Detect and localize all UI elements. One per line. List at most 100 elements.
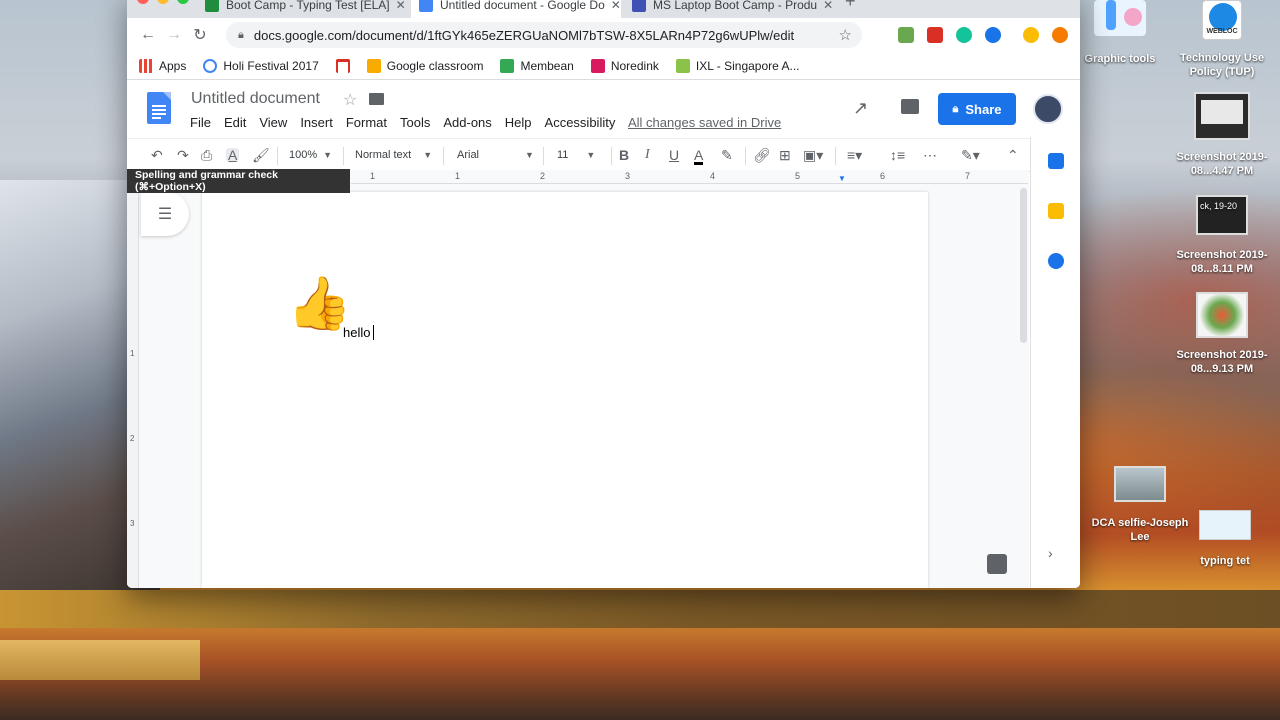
docs-logo-icon[interactable] [147, 92, 171, 124]
new-tab-button[interactable]: + [845, 0, 856, 10]
close-tab-icon[interactable]: ✕ [605, 0, 621, 12]
ruler-number: 3 [625, 171, 631, 181]
scrollbar-thumb[interactable] [1020, 188, 1027, 343]
bookmark-google-classroom[interactable]: Google classroom [366, 58, 483, 73]
extension-grammarly-icon[interactable] [956, 27, 972, 43]
bookmark-apps[interactable]: Apps [139, 58, 186, 73]
tab-typing-test[interactable]: Boot Camp - Typing Test [ELA] ✕ [197, 0, 407, 18]
minimize-window-button[interactable] [157, 0, 169, 4]
add-comment-icon[interactable]: ⊞ [779, 148, 791, 162]
document-title[interactable]: Untitled document [191, 90, 320, 108]
menu-file[interactable]: File [190, 115, 211, 130]
menu-add-ons[interactable]: Add-ons [443, 115, 491, 130]
close-tab-icon[interactable]: ✕ [390, 0, 406, 12]
chevron-down-icon: ▼ [423, 150, 433, 160]
reload-icon[interactable]: ↻ [187, 25, 213, 45]
menu-help[interactable]: Help [505, 115, 532, 130]
vruler-number: 2 [130, 434, 135, 443]
indent-marker-icon[interactable]: ▼ [838, 174, 846, 183]
desktop-icon-screenshot-2[interactable]: ck, 19-20 Screenshot 2019-08...8.11 PM [1170, 195, 1274, 276]
menu-view[interactable]: View [259, 115, 287, 130]
move-folder-icon[interactable] [369, 93, 384, 105]
collapse-toolbar-icon[interactable]: ⌃ [1007, 148, 1019, 162]
print-icon[interactable]: ⎙ [201, 148, 212, 162]
bookmark-membean[interactable]: Membean [500, 58, 574, 73]
zoom-select[interactable]: 100% ▼ [289, 149, 332, 161]
desktop-icon-technology-use-policy[interactable]: WEBLOC Technology Use Policy (TUP) [1172, 0, 1272, 79]
desktop-icon-screenshot-1[interactable]: Screenshot 2019-08...4.47 PM [1170, 92, 1274, 178]
photo-thumb-icon [1114, 466, 1166, 502]
desktop-icon-graphic-tools[interactable]: Graphic tools [1080, 0, 1160, 66]
ruler-number: 4 [710, 171, 716, 181]
menu-tools[interactable]: Tools [400, 115, 430, 130]
line-spacing-icon[interactable]: ↕≡ [890, 148, 905, 162]
extension-emoji-icon[interactable] [1023, 27, 1039, 43]
more-options-icon[interactable]: ⋯ [923, 148, 937, 162]
paint-format-icon[interactable]: 🖌︎ [252, 148, 270, 162]
close-tab-icon[interactable]: ✕ [817, 0, 833, 12]
share-button[interactable]: 🔒︎ Share [938, 93, 1016, 125]
chevron-down-icon: ▼ [586, 150, 596, 160]
text-color-icon[interactable]: A [694, 148, 704, 165]
keep-icon[interactable] [1048, 203, 1064, 219]
highlight-icon[interactable]: ✎ [721, 148, 733, 162]
font-select[interactable]: Arial ▼ [457, 149, 534, 161]
calendar-icon[interactable] [1048, 153, 1064, 169]
bookmark-ixl[interactable]: IXL - Singapore A... [675, 58, 800, 73]
close-window-button[interactable] [137, 0, 149, 4]
star-icon[interactable]: ☆ [343, 90, 357, 110]
menu-format[interactable]: Format [346, 115, 387, 130]
ruler-number: 1 [370, 171, 376, 181]
extension-orange-icon[interactable] [1052, 27, 1068, 43]
redo-icon[interactable]: ↷ [177, 148, 189, 162]
back-arrow-icon[interactable]: ← [135, 26, 161, 44]
save-status-link[interactable]: All changes saved in Drive [628, 115, 781, 130]
zoom-window-button[interactable] [177, 0, 189, 4]
menu-insert[interactable]: Insert [300, 115, 333, 130]
spellcheck-icon[interactable]: A̲ [226, 148, 240, 162]
desktop-icon-label: Technology Use Policy (TUP) [1179, 52, 1265, 78]
tasks-icon[interactable] [1048, 253, 1064, 269]
bold-icon[interactable]: B [619, 148, 629, 162]
font-size-select[interactable]: 11 ▼ [557, 149, 595, 161]
tab-ms-laptop-boot-camp[interactable]: MS Laptop Boot Camp - Produ ✕ [624, 0, 834, 18]
document-outline-icon[interactable]: ☰ [141, 192, 189, 236]
undo-icon[interactable]: ↶ [151, 148, 163, 162]
forward-arrow-icon[interactable]: → [161, 26, 187, 44]
document-body-text[interactable]: hello [343, 325, 375, 340]
activity-trend-icon[interactable]: ↗ [853, 98, 868, 119]
extension-timer-icon[interactable] [985, 27, 1001, 43]
underline-icon[interactable]: U [669, 148, 679, 162]
tab-untitled-document[interactable]: Untitled document - Google Do ✕ [411, 0, 621, 18]
insert-image-icon[interactable]: ▣▾ [803, 148, 823, 162]
bookmark-holi-festival[interactable]: Holi Festival 2017 [203, 58, 319, 73]
bookmark-label: IXL - Singapore A... [695, 58, 800, 73]
desktop-icon-label: Graphic tools [1084, 53, 1156, 65]
address-bar[interactable]: 🔒︎ docs.google.com/document/d/1ftGYk465e… [226, 22, 862, 48]
bookmark-star-icon[interactable]: ☆ [839, 26, 852, 44]
account-avatar[interactable] [1033, 94, 1063, 124]
menu-edit[interactable]: Edit [224, 115, 246, 130]
docs-menu-bar: File Edit View Insert Format Tools Add-o… [190, 115, 628, 130]
chevron-right-icon[interactable]: › [1048, 545, 1053, 561]
desktop-icon-screenshot-3[interactable]: Screenshot 2019-08...9.13 PM [1170, 292, 1274, 376]
desktop-icon-label: typing tet [1200, 555, 1250, 567]
style-value: Normal text [355, 149, 412, 161]
align-icon[interactable]: ≡▾ [847, 148, 862, 162]
menu-accessibility[interactable]: Accessibility [545, 115, 616, 130]
explore-icon[interactable] [987, 554, 1007, 574]
extension-classroom-icon[interactable] [898, 27, 914, 43]
tab-label: MS Laptop Boot Camp - Produ [653, 0, 818, 12]
extension-plus-icon[interactable] [927, 27, 943, 43]
bookmark-gmail[interactable] [335, 58, 350, 73]
document-page[interactable] [202, 192, 928, 588]
insert-link-icon[interactable]: 🔗︎ [753, 148, 771, 162]
bookmark-noredink[interactable]: Noredink [590, 58, 659, 73]
comments-icon[interactable] [901, 99, 919, 114]
editing-mode-icon[interactable]: ✎▾ [961, 148, 980, 162]
desktop-icon-dca-selfie[interactable]: DCA selfie-Joseph Lee [1088, 466, 1192, 544]
lock-icon: 🔒︎ [952, 102, 959, 115]
desktop-icon-typing-tet[interactable]: typing tet [1190, 510, 1260, 568]
style-select[interactable]: Normal text ▼ [355, 149, 432, 161]
italic-icon[interactable]: I [645, 148, 650, 162]
